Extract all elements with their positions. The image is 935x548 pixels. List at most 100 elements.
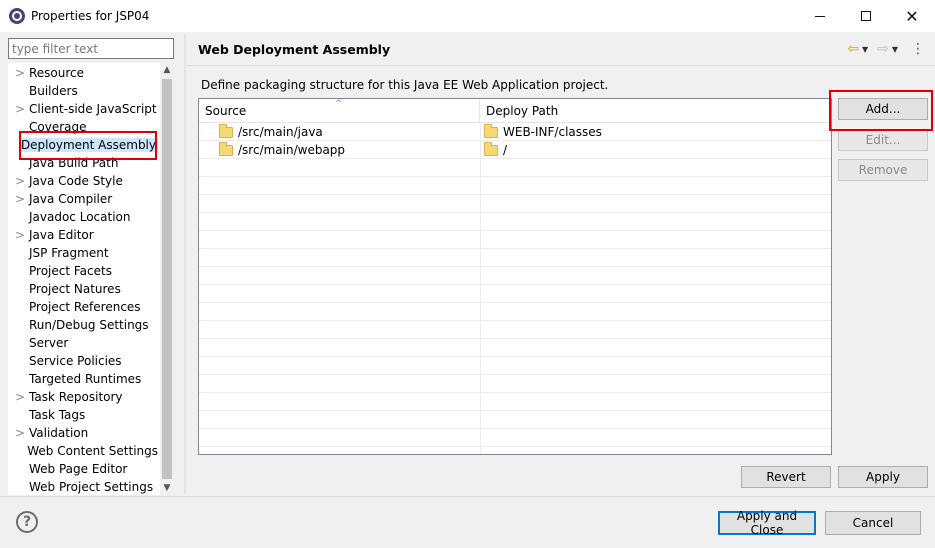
tree-item[interactable]: > Java Code Style [8,172,158,190]
tree-item-label: Java Compiler [29,192,113,206]
view-menu-icon[interactable]: ⋮ [911,41,925,57]
add-button[interactable]: Add... [838,98,928,120]
tree-item-label: Project Facets [29,264,112,278]
folder-icon [484,123,498,138]
tree-item-label: Targeted Runtimes [29,372,142,386]
window-title: Properties for JSP04 [31,9,150,23]
help-icon[interactable]: ? [16,511,38,533]
tree-item-label: Coverage [29,120,87,134]
tree-item[interactable]: Deployment Assembly [8,136,158,154]
tree-item-label: Java Build Path [29,156,119,170]
tree-item-label: Resource [29,66,85,80]
cancel-button[interactable]: Cancel [825,511,921,535]
tree-item[interactable]: > Client-side JavaScript [8,100,158,118]
tree-item[interactable]: Server [8,334,158,352]
tree-item[interactable]: > Validation [8,424,158,442]
tree-item-label: Project References [29,300,141,314]
tree-item[interactable]: > Resource [8,64,158,82]
page-description: Define packaging structure for this Java… [201,78,609,92]
tree-item[interactable]: > Java Editor [8,226,158,244]
chevron-down-icon[interactable]: ▼ [160,481,174,495]
sort-ascending-icon: ^ [335,99,343,109]
minimize-button[interactable] [797,0,843,32]
tree-item[interactable]: Project References [8,298,158,316]
tree-item-label: JSP Fragment [29,246,109,260]
remove-button[interactable]: Remove [838,159,928,181]
chevron-right-icon[interactable]: > [13,228,27,242]
deployment-table[interactable]: ^ Source Deploy Path /src/main/java WEB-… [198,98,832,455]
tree-item-label: Web Page Editor [29,462,128,476]
property-tree[interactable]: > Resource Builders > Client-side JavaScript… [8,63,174,495]
deploy-path: / [503,143,508,157]
apply-and-close-button[interactable]: Apply and Close [718,509,816,537]
tree-item[interactable]: > Task Repository [8,388,158,406]
maximize-icon [861,11,871,21]
source-cell: /src/main/java [219,123,323,141]
chevron-right-icon[interactable]: > [13,192,27,206]
source-path: /src/main/java [238,125,323,139]
deploy-path-cell: WEB-INF/classes [484,123,602,141]
tree-item-label: Java Code Style [29,174,123,188]
title-bar: Properties for JSP04 ✕ [0,0,935,32]
revert-button[interactable]: Revert [741,466,831,488]
tree-item[interactable]: Service Policies [8,352,158,370]
column-header-label: Source [205,104,247,118]
chevron-down-icon[interactable]: ▼ [892,45,898,54]
chevron-right-icon[interactable]: > [13,390,27,404]
page-nav-icons: ⇦ ▼ ⇨ ▼ ⋮ [847,41,925,57]
deploy-path-cell: / [484,141,507,159]
maximize-button[interactable] [843,0,889,32]
tree-item[interactable]: Task Tags [8,406,158,424]
minimize-icon [815,15,825,17]
back-arrow-icon[interactable]: ⇦ [847,41,859,57]
table-grid [199,123,831,454]
chevron-right-icon[interactable]: > [13,426,27,440]
tree-item-label: Service Policies [29,354,122,368]
footer-separator [0,496,935,497]
tree-item-label: Task Repository [29,390,123,404]
tree-item[interactable]: JSP Fragment [8,244,158,262]
scrollbar-thumb[interactable] [162,79,172,479]
tree-item[interactable]: Web Page Editor [8,460,158,478]
tree-item[interactable]: Builders [8,82,158,100]
chevron-down-icon[interactable]: ▼ [862,45,868,54]
edit-button[interactable]: Edit... [838,129,928,151]
apply-button[interactable]: Apply [838,466,928,488]
table-header: ^ Source Deploy Path [199,99,831,123]
tree-item[interactable]: Javadoc Location [8,208,158,226]
chevron-up-icon[interactable]: ▲ [160,63,174,77]
tree-item-label: Deployment Assembly [18,138,158,152]
tree-item[interactable]: Project Natures [8,280,158,298]
tree-item[interactable]: Web Project Settings [8,478,158,495]
close-button[interactable]: ✕ [889,0,935,32]
close-icon: ✕ [905,6,919,26]
folder-icon [219,123,233,138]
tree-item[interactable]: Targeted Runtimes [8,370,158,388]
tree-scrollbar[interactable]: ▲ ▼ [160,63,174,495]
page-title: Web Deployment Assembly [198,42,391,57]
tree-item[interactable]: Coverage [8,118,158,136]
tree-item[interactable]: > Java Compiler [8,190,158,208]
tree-item[interactable]: Web Content Settings [8,442,158,460]
table-row[interactable]: /src/main/java WEB-INF/classes [199,123,831,141]
tree-item[interactable]: Java Build Path [8,154,158,172]
column-header-deploy-path[interactable]: Deploy Path [480,99,831,123]
tree-item[interactable]: Project Facets [8,262,158,280]
eclipse-icon [9,8,25,24]
panel-sash[interactable] [184,34,186,494]
tree-item-label: Task Tags [29,408,86,422]
folder-icon [219,141,233,156]
chevron-right-icon[interactable]: > [13,102,27,116]
tree-item-label: Java Editor [29,228,94,242]
filter-input[interactable] [8,38,174,59]
column-divider [480,123,481,454]
tree-item-label: Run/Debug Settings [29,318,149,332]
tree-item[interactable]: Run/Debug Settings [8,316,158,334]
tree-item-label: Web Project Settings [29,480,154,494]
forward-arrow-icon[interactable]: ⇨ [877,41,889,57]
table-row[interactable]: /src/main/webapp / [199,141,831,159]
chevron-right-icon[interactable]: > [13,174,27,188]
chevron-right-icon[interactable]: > [13,66,27,80]
tree-item-label: Builders [29,84,78,98]
column-header-source[interactable]: ^ Source [199,99,480,123]
